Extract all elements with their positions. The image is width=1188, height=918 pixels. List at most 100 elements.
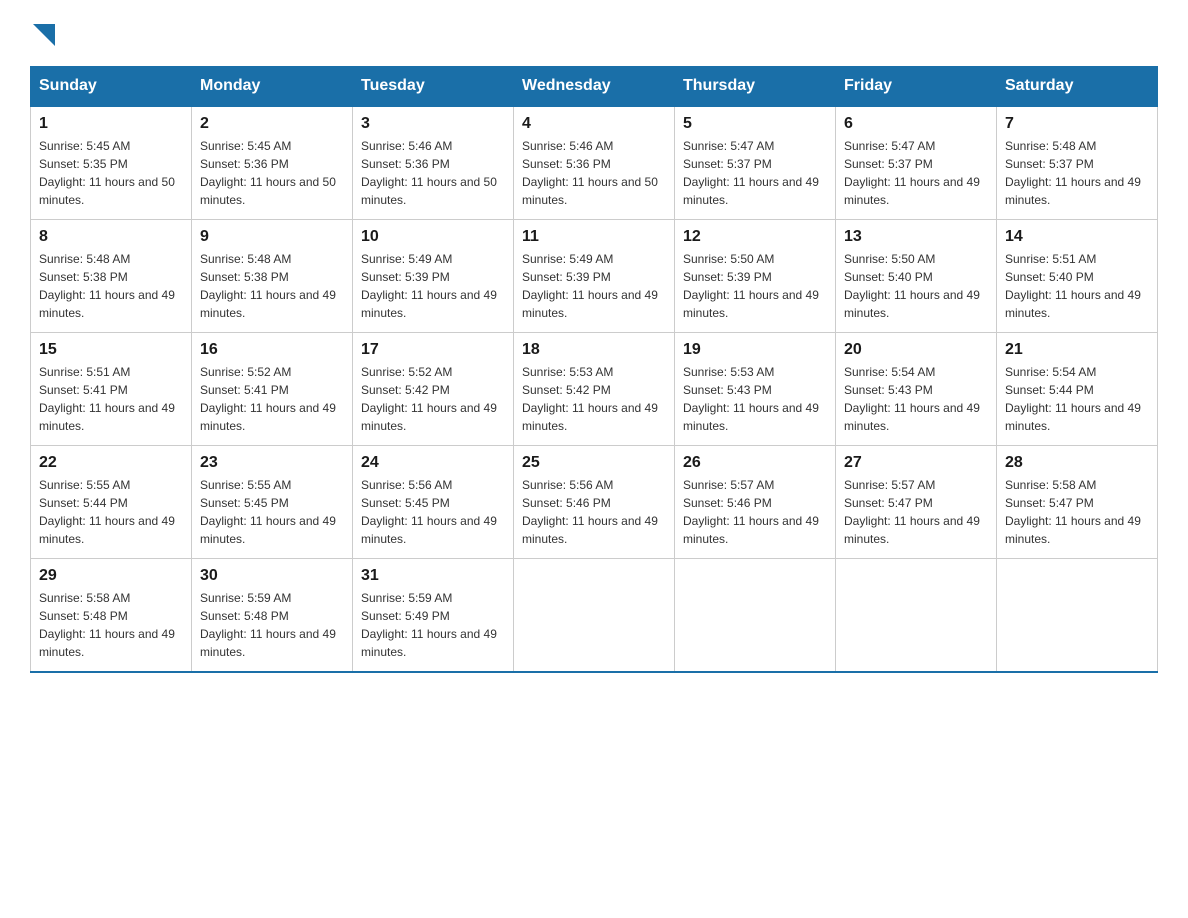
day-sun-info: Sunrise: 5:51 AMSunset: 5:41 PMDaylight:… (39, 363, 183, 435)
calendar-day-cell: 26Sunrise: 5:57 AMSunset: 5:46 PMDayligh… (675, 446, 836, 559)
calendar-day-cell (836, 559, 997, 673)
day-sun-info: Sunrise: 5:56 AMSunset: 5:45 PMDaylight:… (361, 476, 505, 548)
calendar-day-cell: 4 Sunrise: 5:46 AMSunset: 5:36 PMDaylight… (514, 106, 675, 220)
day-number: 7 (1005, 115, 1149, 133)
weekday-header-monday: Monday (192, 67, 353, 107)
calendar-day-cell: 29Sunrise: 5:58 AMSunset: 5:48 PMDayligh… (31, 559, 192, 673)
logo-triangle-icon (33, 24, 55, 46)
day-sun-info: Sunrise: 5:47 AMSunset: 5:37 PMDaylight:… (844, 137, 988, 209)
calendar-day-cell: 19 Sunrise: 5:53 AMSunset: 5:43 PMDayligh… (675, 333, 836, 446)
day-number: 30 (200, 567, 344, 585)
day-sun-info: Sunrise: 5:46 AMSunset: 5:36 PMDaylight:… (361, 137, 505, 209)
day-sun-info: Sunrise: 5:50 AMSunset: 5:40 PMDaylight:… (844, 250, 988, 322)
day-number: 20 (844, 341, 988, 359)
calendar-day-cell: 14 Sunrise: 5:51 AMSunset: 5:40 PMDayligh… (997, 220, 1158, 333)
day-sun-info: Sunrise: 5:58 AMSunset: 5:47 PMDaylight:… (1005, 476, 1149, 548)
calendar-day-cell: 21 Sunrise: 5:54 AMSunset: 5:44 PMDayligh… (997, 333, 1158, 446)
day-number: 16 (200, 341, 344, 359)
calendar-day-cell: 23 Sunrise: 5:55 AMSunset: 5:45 PMDayligh… (192, 446, 353, 559)
day-number: 11 (522, 228, 666, 246)
day-number: 28 (1005, 454, 1149, 472)
day-number: 24 (361, 454, 505, 472)
day-number: 21 (1005, 341, 1149, 359)
calendar-day-cell: 6 Sunrise: 5:47 AMSunset: 5:37 PMDaylight… (836, 106, 997, 220)
day-sun-info: Sunrise: 5:54 AMSunset: 5:43 PMDaylight:… (844, 363, 988, 435)
calendar-day-cell (514, 559, 675, 673)
day-sun-info: Sunrise: 5:48 AMSunset: 5:38 PMDaylight:… (200, 250, 344, 322)
day-number: 6 (844, 115, 988, 133)
day-sun-info: Sunrise: 5:53 AMSunset: 5:42 PMDaylight:… (522, 363, 666, 435)
calendar-day-cell: 17 Sunrise: 5:52 AMSunset: 5:42 PMDayligh… (353, 333, 514, 446)
calendar-day-cell: 7Sunrise: 5:48 AMSunset: 5:37 PMDaylight… (997, 106, 1158, 220)
day-sun-info: Sunrise: 5:45 AMSunset: 5:36 PMDaylight:… (200, 137, 344, 209)
day-number: 1 (39, 115, 183, 133)
day-sun-info: Sunrise: 5:55 AMSunset: 5:44 PMDaylight:… (39, 476, 183, 548)
day-number: 18 (522, 341, 666, 359)
weekday-header-friday: Friday (836, 67, 997, 107)
calendar-day-cell: 2 Sunrise: 5:45 AMSunset: 5:36 PMDaylight… (192, 106, 353, 220)
calendar-day-cell (997, 559, 1158, 673)
day-number: 31 (361, 567, 505, 585)
calendar-day-cell: 25 Sunrise: 5:56 AMSunset: 5:46 PMDayligh… (514, 446, 675, 559)
day-number: 29 (39, 567, 183, 585)
calendar-day-cell: 24 Sunrise: 5:56 AMSunset: 5:45 PMDayligh… (353, 446, 514, 559)
page-header (30, 20, 1158, 46)
day-number: 19 (683, 341, 827, 359)
day-number: 8 (39, 228, 183, 246)
calendar-day-cell: 13 Sunrise: 5:50 AMSunset: 5:40 PMDayligh… (836, 220, 997, 333)
calendar-day-cell: 5Sunrise: 5:47 AMSunset: 5:37 PMDaylight… (675, 106, 836, 220)
day-sun-info: Sunrise: 5:57 AMSunset: 5:46 PMDaylight:… (683, 476, 827, 548)
day-number: 12 (683, 228, 827, 246)
day-sun-info: Sunrise: 5:45 AMSunset: 5:35 PMDaylight:… (39, 137, 183, 209)
day-number: 2 (200, 115, 344, 133)
calendar-day-cell: 3Sunrise: 5:46 AMSunset: 5:36 PMDaylight… (353, 106, 514, 220)
calendar-day-cell: 9 Sunrise: 5:48 AMSunset: 5:38 PMDaylight… (192, 220, 353, 333)
day-sun-info: Sunrise: 5:52 AMSunset: 5:42 PMDaylight:… (361, 363, 505, 435)
day-number: 15 (39, 341, 183, 359)
calendar-day-cell: 16 Sunrise: 5:52 AMSunset: 5:41 PMDayligh… (192, 333, 353, 446)
day-number: 10 (361, 228, 505, 246)
day-sun-info: Sunrise: 5:56 AMSunset: 5:46 PMDaylight:… (522, 476, 666, 548)
calendar-day-cell: 30 Sunrise: 5:59 AMSunset: 5:48 PMDayligh… (192, 559, 353, 673)
weekday-header-thursday: Thursday (675, 67, 836, 107)
day-number: 27 (844, 454, 988, 472)
calendar-day-cell: 31 Sunrise: 5:59 AMSunset: 5:49 PMDayligh… (353, 559, 514, 673)
day-sun-info: Sunrise: 5:55 AMSunset: 5:45 PMDaylight:… (200, 476, 344, 548)
day-sun-info: Sunrise: 5:53 AMSunset: 5:43 PMDaylight:… (683, 363, 827, 435)
day-sun-info: Sunrise: 5:50 AMSunset: 5:39 PMDaylight:… (683, 250, 827, 322)
calendar-day-cell: 10 Sunrise: 5:49 AMSunset: 5:39 PMDayligh… (353, 220, 514, 333)
calendar-day-cell: 20 Sunrise: 5:54 AMSunset: 5:43 PMDayligh… (836, 333, 997, 446)
weekday-header-sunday: Sunday (31, 67, 192, 107)
calendar-day-cell: 12 Sunrise: 5:50 AMSunset: 5:39 PMDayligh… (675, 220, 836, 333)
day-number: 23 (200, 454, 344, 472)
day-number: 4 (522, 115, 666, 133)
weekday-header-saturday: Saturday (997, 67, 1158, 107)
calendar-day-cell: 18 Sunrise: 5:53 AMSunset: 5:42 PMDayligh… (514, 333, 675, 446)
day-number: 25 (522, 454, 666, 472)
calendar-week-row: 29Sunrise: 5:58 AMSunset: 5:48 PMDayligh… (31, 559, 1158, 673)
calendar-day-cell: 15 Sunrise: 5:51 AMSunset: 5:41 PMDayligh… (31, 333, 192, 446)
day-number: 14 (1005, 228, 1149, 246)
day-sun-info: Sunrise: 5:51 AMSunset: 5:40 PMDaylight:… (1005, 250, 1149, 322)
day-sun-info: Sunrise: 5:54 AMSunset: 5:44 PMDaylight:… (1005, 363, 1149, 435)
day-sun-info: Sunrise: 5:49 AMSunset: 5:39 PMDaylight:… (361, 250, 505, 322)
calendar-header-row: SundayMondayTuesdayWednesdayThursdayFrid… (31, 67, 1158, 107)
calendar-table: SundayMondayTuesdayWednesdayThursdayFrid… (30, 66, 1158, 673)
logo (30, 20, 55, 46)
day-number: 13 (844, 228, 988, 246)
day-sun-info: Sunrise: 5:46 AMSunset: 5:36 PMDaylight:… (522, 137, 666, 209)
day-sun-info: Sunrise: 5:48 AMSunset: 5:38 PMDaylight:… (39, 250, 183, 322)
day-sun-info: Sunrise: 5:59 AMSunset: 5:49 PMDaylight:… (361, 589, 505, 661)
day-number: 17 (361, 341, 505, 359)
calendar-day-cell: 22Sunrise: 5:55 AMSunset: 5:44 PMDayligh… (31, 446, 192, 559)
calendar-day-cell: 27 Sunrise: 5:57 AMSunset: 5:47 PMDayligh… (836, 446, 997, 559)
day-sun-info: Sunrise: 5:59 AMSunset: 5:48 PMDaylight:… (200, 589, 344, 661)
day-sun-info: Sunrise: 5:52 AMSunset: 5:41 PMDaylight:… (200, 363, 344, 435)
calendar-day-cell: 28 Sunrise: 5:58 AMSunset: 5:47 PMDayligh… (997, 446, 1158, 559)
day-number: 9 (200, 228, 344, 246)
day-sun-info: Sunrise: 5:57 AMSunset: 5:47 PMDaylight:… (844, 476, 988, 548)
weekday-header-wednesday: Wednesday (514, 67, 675, 107)
calendar-day-cell (675, 559, 836, 673)
calendar-week-row: 22Sunrise: 5:55 AMSunset: 5:44 PMDayligh… (31, 446, 1158, 559)
calendar-week-row: 8 Sunrise: 5:48 AMSunset: 5:38 PMDaylight… (31, 220, 1158, 333)
